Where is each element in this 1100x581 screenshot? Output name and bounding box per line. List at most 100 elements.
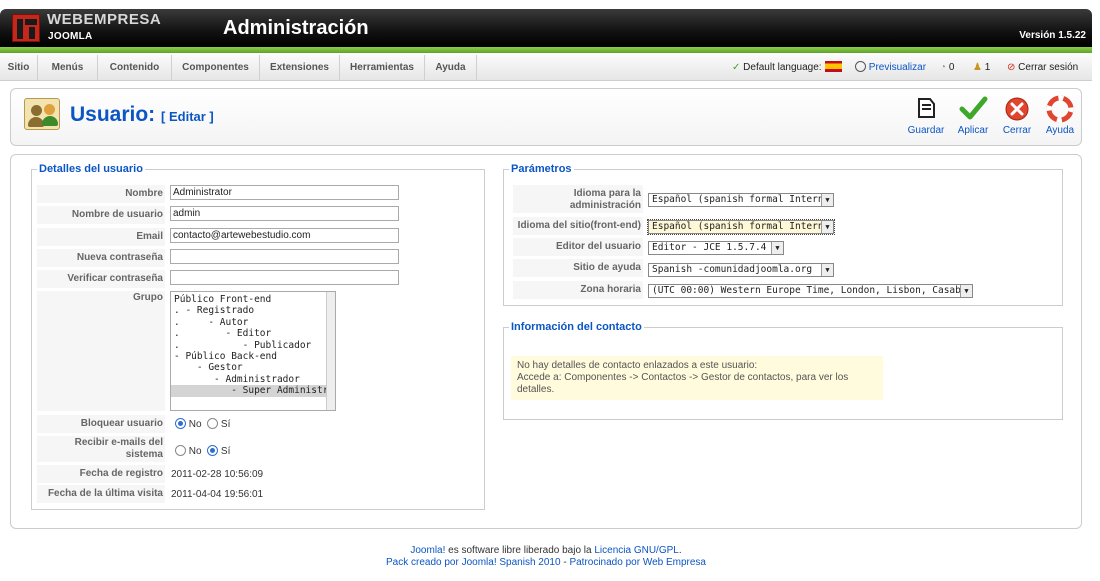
save-button[interactable]: Guardar <box>906 95 946 136</box>
group-option[interactable]: Público Front-end <box>171 294 335 305</box>
username-label: Nombre de usuario <box>37 206 165 224</box>
footer-line1: Joomla! es software libre liberado bajo … <box>0 545 1092 557</box>
close-icon <box>1005 97 1029 121</box>
receive-emails-no-radio[interactable] <box>175 445 186 456</box>
dropdown-arrow-icon: ▼ <box>960 285 972 297</box>
group-option[interactable]: - Público Back-end <box>171 351 335 362</box>
help-site-select[interactable]: Spanish -comunidadjoomla.org ▼ <box>648 263 834 277</box>
name-label: Nombre <box>37 185 165 203</box>
name-input[interactable] <box>170 185 399 200</box>
footer-text: es software libre liberado bajo la <box>445 545 595 556</box>
page-subtitle: [ Editar ] <box>161 109 214 124</box>
group-listbox-scrollbar[interactable] <box>326 292 335 410</box>
save-icon <box>918 98 935 118</box>
pack-link[interactable]: Pack creado por Joomla! Spanish 2010 <box>386 557 561 568</box>
sponsor-link[interactable]: Patrocinado por Web Empresa <box>569 557 706 568</box>
help-button[interactable]: Ayuda <box>1040 95 1080 136</box>
messages-icon: ◔ <box>940 62 947 73</box>
logout-label[interactable]: Cerrar sesión <box>1018 62 1078 73</box>
dropdown-arrow-icon: ▼ <box>821 194 833 206</box>
group-option[interactable]: . - Registrado <box>171 305 335 316</box>
block-user-radios: No Sí <box>175 418 230 430</box>
timezone-select[interactable]: (UTC 00:00) Western Europe Time, London,… <box>648 284 973 298</box>
dropdown-arrow-icon: ▼ <box>821 264 833 276</box>
admin-language-value: Español (spanish formal Internacional) <box>652 194 833 205</box>
group-option[interactable]: . - Publicador <box>171 340 335 351</box>
last-visit-value: 2011-04-04 19:56:01 <box>171 489 264 500</box>
block-user-label: Bloquear usuario <box>37 415 165 433</box>
contact-info-line2: Accede a: Componentes -> Contactos -> Ge… <box>517 372 849 395</box>
register-date-label: Fecha de registro <box>37 465 165 483</box>
admin-language-label: Idioma para la administración <box>513 185 643 213</box>
editor-select[interactable]: Editor - JCE 1.5.7.4 ▼ <box>648 241 784 255</box>
new-password-input[interactable] <box>170 249 399 264</box>
parameters-legend: Parámetros <box>511 163 572 175</box>
block-user-no-radio[interactable] <box>175 418 186 429</box>
help-label: Ayuda <box>1045 125 1075 136</box>
default-language: ✓ Default language: <box>732 55 842 81</box>
admin-language-select[interactable]: Español (spanish formal Internacional) ▼ <box>648 193 834 207</box>
dropdown-arrow-icon: ▼ <box>771 242 783 254</box>
group-option[interactable]: . - Editor <box>171 328 335 339</box>
preview-link[interactable]: Previsualizar <box>855 55 926 81</box>
logout-link[interactable]: ⊘ Cerrar sesión <box>1007 55 1078 81</box>
block-user-yes-label: Sí <box>220 419 231 430</box>
app-title: Administración <box>223 17 369 39</box>
close-button[interactable]: Cerrar <box>997 95 1037 136</box>
apply-label: Aplicar <box>957 125 989 136</box>
brand-name: WEBEMPRESA <box>47 11 162 28</box>
brand-subtitle: JOOMLA <box>48 31 93 42</box>
contact-info-legend: Información del contacto <box>511 321 642 333</box>
site-language-select[interactable]: Español (spanish formal Internacional) ▼ <box>647 219 835 235</box>
menu-ayuda[interactable]: Ayuda <box>425 55 477 81</box>
page-title-text: Usuario: <box>70 103 156 126</box>
group-option[interactable]: . - Autor <box>171 317 335 328</box>
menu-contenido[interactable]: Contenido <box>98 55 172 81</box>
receive-emails-label: Recibir e-mails del sistema <box>37 436 165 462</box>
new-password-label: Nueva contraseña <box>37 249 165 267</box>
contact-info-line1: No hay detalles de contacto enlazados a … <box>517 360 758 371</box>
username-input[interactable] <box>170 206 399 221</box>
verify-password-label: Verificar contraseña <box>37 270 165 288</box>
last-visit-label: Fecha de la última visita <box>37 485 165 503</box>
lifebuoy-icon <box>1046 95 1074 123</box>
preview-label[interactable]: Previsualizar <box>869 62 926 73</box>
receive-emails-yes-radio[interactable] <box>207 445 219 456</box>
menu-sitio[interactable]: Sitio <box>0 55 38 81</box>
admin-header: WEBEMPRESA JOOMLA Administración Versión… <box>0 9 1092 47</box>
receive-emails-radios: No Sí <box>175 445 230 457</box>
close-label: Cerrar <box>1002 125 1032 136</box>
menu-componentes[interactable]: Componentes <box>172 55 260 81</box>
group-option-selected[interactable]: - Super Administrador <box>171 385 335 397</box>
group-option[interactable]: - Gestor <box>171 362 335 373</box>
apply-button[interactable]: Aplicar <box>953 95 993 136</box>
block-user-yes-radio[interactable] <box>207 418 219 429</box>
help-site-label: Sitio de ayuda <box>513 259 643 277</box>
contact-info-message: No hay detalles de contacto enlazados a … <box>511 356 883 400</box>
group-listbox[interactable]: Público Front-end . - Registrado . - Aut… <box>170 291 336 411</box>
verify-password-input[interactable] <box>170 270 399 285</box>
footer: Joomla! es software libre liberado bajo … <box>0 545 1092 569</box>
green-check-icon: ✓ <box>732 62 741 73</box>
checkmark-icon <box>959 96 988 120</box>
default-language-label: Default language: <box>743 62 822 73</box>
footer-line2: Pack creado por Joomla! Spanish 2010 - P… <box>0 557 1092 569</box>
license-link[interactable]: Licencia GNU/GPL <box>594 545 678 556</box>
site-language-label: Idioma del sitio(front-end) <box>513 217 643 235</box>
joomla-link[interactable]: Joomla! <box>410 545 445 556</box>
menu-herramientas[interactable]: Herramientas <box>340 55 425 81</box>
footer-dot: . <box>678 545 682 556</box>
user-details-legend: Detalles del usuario <box>39 163 143 175</box>
group-option[interactable]: - Administrador <box>171 374 335 385</box>
main-content: Detalles del usuario Nombre Nombre de us… <box>10 154 1082 529</box>
menu-menus[interactable]: Menús <box>38 55 98 81</box>
email-input[interactable] <box>170 228 399 243</box>
group-label: Grupo <box>37 291 165 411</box>
messages-count[interactable]: ◔ 0 <box>940 55 954 81</box>
main-menu: Sitio Menús Contenido Componentes Extens… <box>0 55 1092 81</box>
users-count-value: 1 <box>984 62 991 73</box>
joomla-logo-icon <box>12 14 40 42</box>
preview-icon <box>855 61 866 72</box>
menu-extensiones[interactable]: Extensiones <box>260 55 340 81</box>
users-online[interactable]: ♟ 1 <box>973 55 990 81</box>
